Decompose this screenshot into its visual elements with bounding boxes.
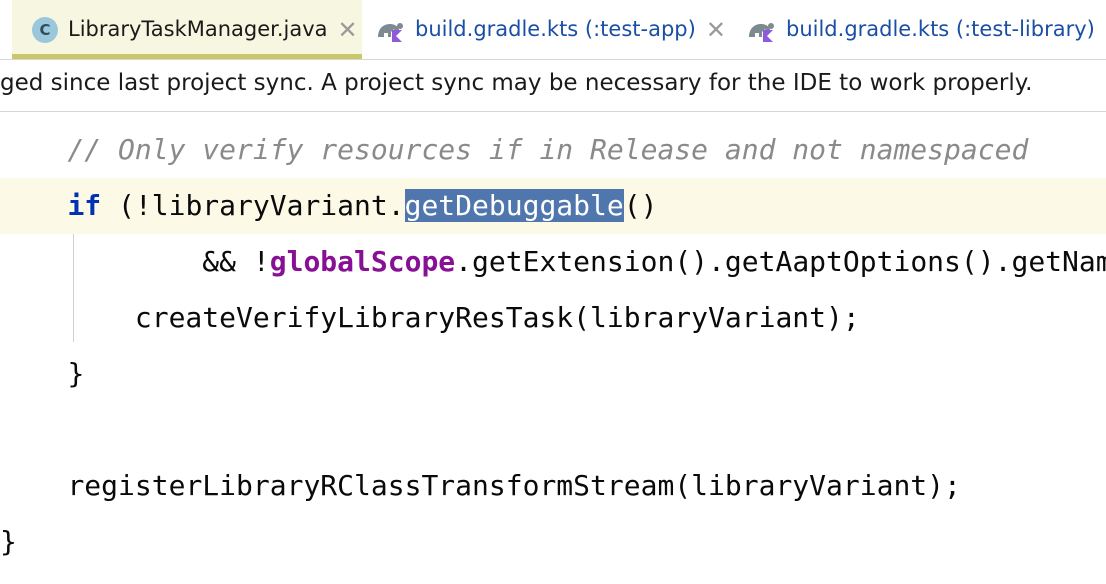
close-tab-icon[interactable]: ✕ xyxy=(706,18,726,42)
java-class-icon: C xyxy=(32,16,58,43)
selected-method-name[interactable]: getDebuggable xyxy=(404,189,624,222)
sync-notification-text: ged since last project sync. A project s… xyxy=(0,70,1033,96)
code-line-3: && !globalScope.getExtension().getAaptOp… xyxy=(0,234,1106,290)
field-global-scope: globalScope xyxy=(269,245,456,278)
code-comment: // Only verify resources if in Release a… xyxy=(67,133,1029,166)
code-line-7: registerLibraryRClassTransformStream(lib… xyxy=(0,458,1106,514)
gradle-kotlin-icon xyxy=(375,17,407,43)
keyword-if: if xyxy=(67,189,102,222)
tab-build-gradle-test-library[interactable]: build.gradle.kts (:test-library) xyxy=(746,0,1106,59)
ide-window: C LibraryTaskManager.java ✕ build.gradle… xyxy=(0,0,1106,584)
tab-label: build.gradle.kts (:test-library) xyxy=(786,17,1095,41)
tab-label: build.gradle.kts (:test-app) xyxy=(415,17,696,41)
code-line-4: createVerifyLibraryResTask(libraryVarian… xyxy=(0,290,1106,346)
code-text: && ! xyxy=(202,245,270,278)
code-text: createVerifyLibraryResTask(libraryVarian… xyxy=(134,301,860,334)
code-line-5: } xyxy=(0,346,1106,402)
closing-brace: } xyxy=(0,525,17,558)
editor-tab-bar: C LibraryTaskManager.java ✕ build.gradle… xyxy=(0,0,1106,60)
sync-notification-banner: ged since last project sync. A project s… xyxy=(0,60,1106,112)
code-text: () xyxy=(623,189,658,222)
code-text: registerLibraryRClassTransformStream(lib… xyxy=(67,469,961,502)
gradle-kotlin-icon xyxy=(746,17,778,43)
code-text: .getExtension().getAaptOptions().getName… xyxy=(455,245,1106,278)
code-line-8: } xyxy=(0,514,1106,570)
code-editor[interactable]: // Only verify resources if in Release a… xyxy=(0,112,1106,584)
tab-label: LibraryTaskManager.java xyxy=(68,17,328,41)
code-line-1: // Only verify resources if in Release a… xyxy=(0,122,1106,178)
tab-build-gradle-test-app[interactable]: build.gradle.kts (:test-app) ✕ xyxy=(375,0,735,59)
code-text: (!libraryVariant. xyxy=(101,189,405,222)
closing-brace: } xyxy=(67,357,85,390)
close-tab-icon[interactable]: ✕ xyxy=(338,18,358,42)
tab-library-task-manager[interactable]: C LibraryTaskManager.java ✕ xyxy=(12,0,362,59)
code-line-2: if (!libraryVariant.getDebuggable() xyxy=(0,178,1106,234)
